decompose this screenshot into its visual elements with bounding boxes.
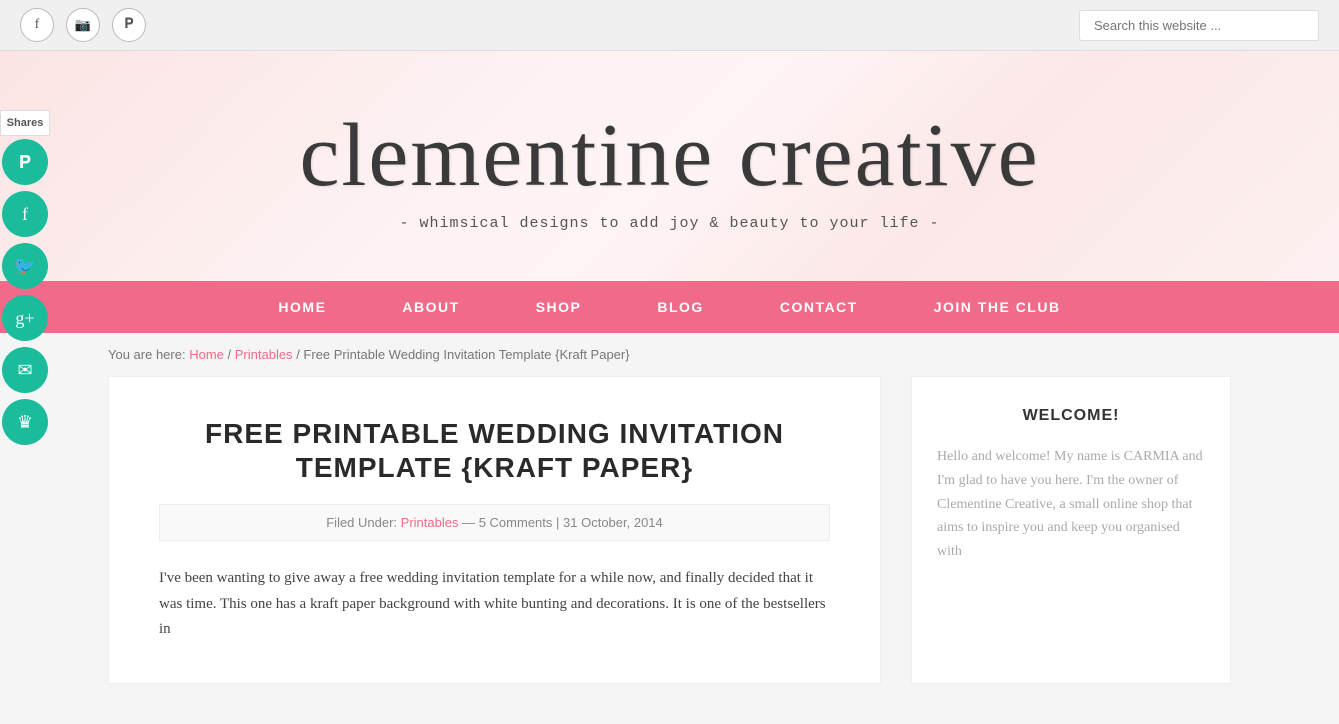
pinterest-share-button[interactable]: 𝐏 — [2, 139, 48, 185]
main-navigation: HOME ABOUT SHOP BLOG CONTACT JOIN THE CL… — [0, 281, 1339, 333]
facebook-top-icon[interactable]: f — [20, 8, 54, 42]
site-header: clementine creative - whimsical designs … — [0, 51, 1339, 281]
social-sidebar: Shares 𝐏 f 🐦 g+ ✉ ♛ — [0, 110, 50, 448]
nav-join-the-club[interactable]: JOIN THE CLUB — [896, 281, 1099, 333]
googleplus-icon: g+ — [15, 308, 34, 329]
facebook-share-button[interactable]: f — [2, 191, 48, 237]
nav-blog[interactable]: BLOG — [619, 281, 741, 333]
top-bar: f 📷 𝐏 — [0, 0, 1339, 51]
googleplus-share-button[interactable]: g+ — [2, 295, 48, 341]
top-social-icons: f 📷 𝐏 — [20, 8, 146, 42]
sidebar-title: WELCOME! — [937, 407, 1205, 425]
search-input[interactable] — [1079, 10, 1319, 41]
main-article: FREE PRINTABLE WEDDING INVITATION TEMPLA… — [108, 376, 881, 684]
article-title: FREE PRINTABLE WEDDING INVITATION TEMPLA… — [159, 417, 830, 484]
search-box — [1079, 10, 1319, 41]
comments-count: — 5 Comments — [462, 515, 552, 530]
pinterest-top-icon[interactable]: 𝐏 — [112, 8, 146, 42]
nav-home[interactable]: HOME — [240, 281, 364, 333]
instagram-top-icon[interactable]: 📷 — [66, 8, 100, 42]
breadcrumb: You are here: Home / Printables / Free P… — [0, 333, 1339, 376]
article-body: I've been wanting to give away a free we… — [159, 566, 830, 643]
nav-about[interactable]: ABOUT — [364, 281, 497, 333]
site-tagline: - whimsical designs to add joy & beauty … — [399, 215, 939, 232]
content-wrapper: FREE PRINTABLE WEDDING INVITATION TEMPLA… — [0, 376, 1339, 724]
pinterest-icon: 𝐏 — [19, 152, 31, 173]
email-share-button[interactable]: ✉ — [2, 347, 48, 393]
breadcrumb-prefix: You are here: — [108, 347, 189, 362]
filed-under-bar: Filed Under: Printables — 5 Comments | 3… — [159, 504, 830, 541]
breadcrumb-home[interactable]: Home — [189, 347, 224, 362]
crown-icon: ♛ — [17, 412, 33, 433]
sidebar: WELCOME! Hello and welcome! My name is C… — [911, 376, 1231, 684]
breadcrumb-current: Free Printable Wedding Invitation Templa… — [303, 347, 629, 362]
twitter-icon: 🐦 — [14, 256, 36, 277]
twitter-share-button[interactable]: 🐦 — [2, 243, 48, 289]
filed-under-label: Filed Under: — [326, 515, 400, 530]
article-date: | 31 October, 2014 — [556, 515, 663, 530]
site-title: clementine creative — [299, 111, 1039, 201]
shares-label: Shares — [0, 110, 50, 136]
filed-under-link[interactable]: Printables — [401, 515, 459, 530]
sidebar-text: Hello and welcome! My name is CARMIA and… — [937, 445, 1205, 564]
breadcrumb-printables[interactable]: Printables — [235, 347, 293, 362]
breadcrumb-sep1: / — [228, 347, 235, 362]
nav-contact[interactable]: CONTACT — [742, 281, 896, 333]
nav-shop[interactable]: SHOP — [498, 281, 620, 333]
email-icon: ✉ — [17, 360, 32, 381]
facebook-icon: f — [22, 204, 28, 225]
crown-button[interactable]: ♛ — [2, 399, 48, 445]
